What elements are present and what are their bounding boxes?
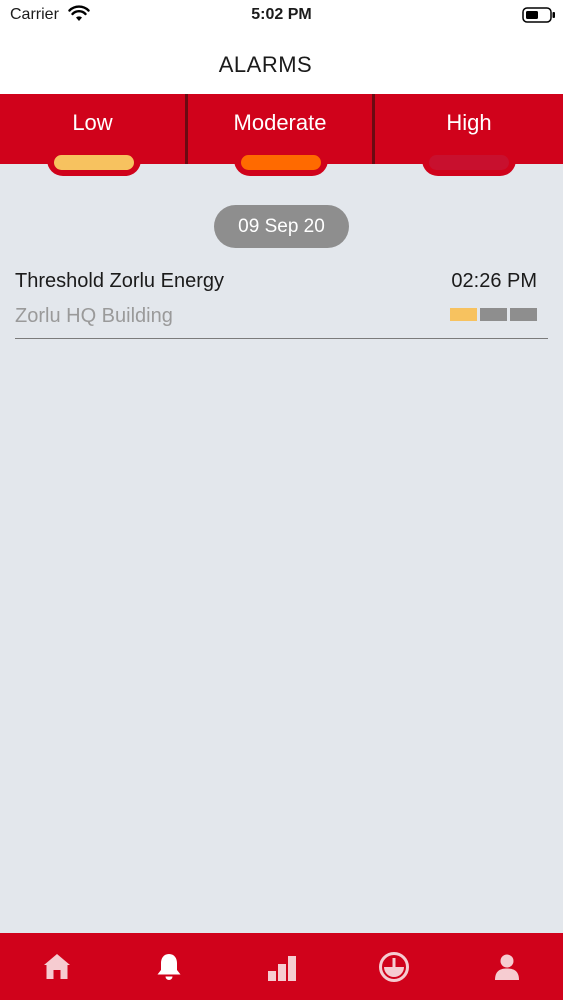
alarm-list-item[interactable]: Threshold Zorlu Energy 02:26 PM Zorlu HQ… (15, 262, 548, 339)
gauge-icon[interactable] (378, 951, 410, 983)
bell-icon[interactable] (153, 951, 185, 983)
status-bar: Carrier 5:02 PM (0, 0, 563, 32)
moderate-level-pill (241, 155, 321, 170)
bar-chart-icon[interactable] (266, 951, 298, 983)
alarm-location: Zorlu HQ Building (15, 305, 173, 327)
home-icon[interactable] (41, 951, 73, 983)
severity-indicator (450, 308, 538, 322)
bottom-tab-bar (0, 933, 563, 1000)
tab-high-label: High (446, 110, 492, 135)
tab-low-label: Low (72, 110, 113, 135)
low-level-toggle[interactable] (47, 150, 141, 176)
date-chip: 09 Sep 20 (214, 205, 349, 248)
high-level-pill (429, 155, 509, 170)
clock: 5:02 PM (251, 6, 312, 23)
low-level-pill (54, 155, 134, 170)
high-level-toggle[interactable] (422, 150, 516, 176)
page-title: ALARMS (218, 52, 313, 77)
severity-segment (480, 308, 507, 321)
alarm-time: 02:26 PM (451, 270, 537, 292)
moderate-level-toggle[interactable] (234, 150, 328, 176)
user-icon[interactable] (491, 951, 523, 983)
battery-icon (522, 7, 556, 28)
tab-moderate-label: Moderate (233, 110, 327, 135)
severity-segment (450, 308, 477, 321)
nav-bar: ALARMS (0, 32, 563, 94)
alarm-title: Threshold Zorlu Energy (15, 270, 224, 292)
severity-segment (510, 308, 537, 321)
